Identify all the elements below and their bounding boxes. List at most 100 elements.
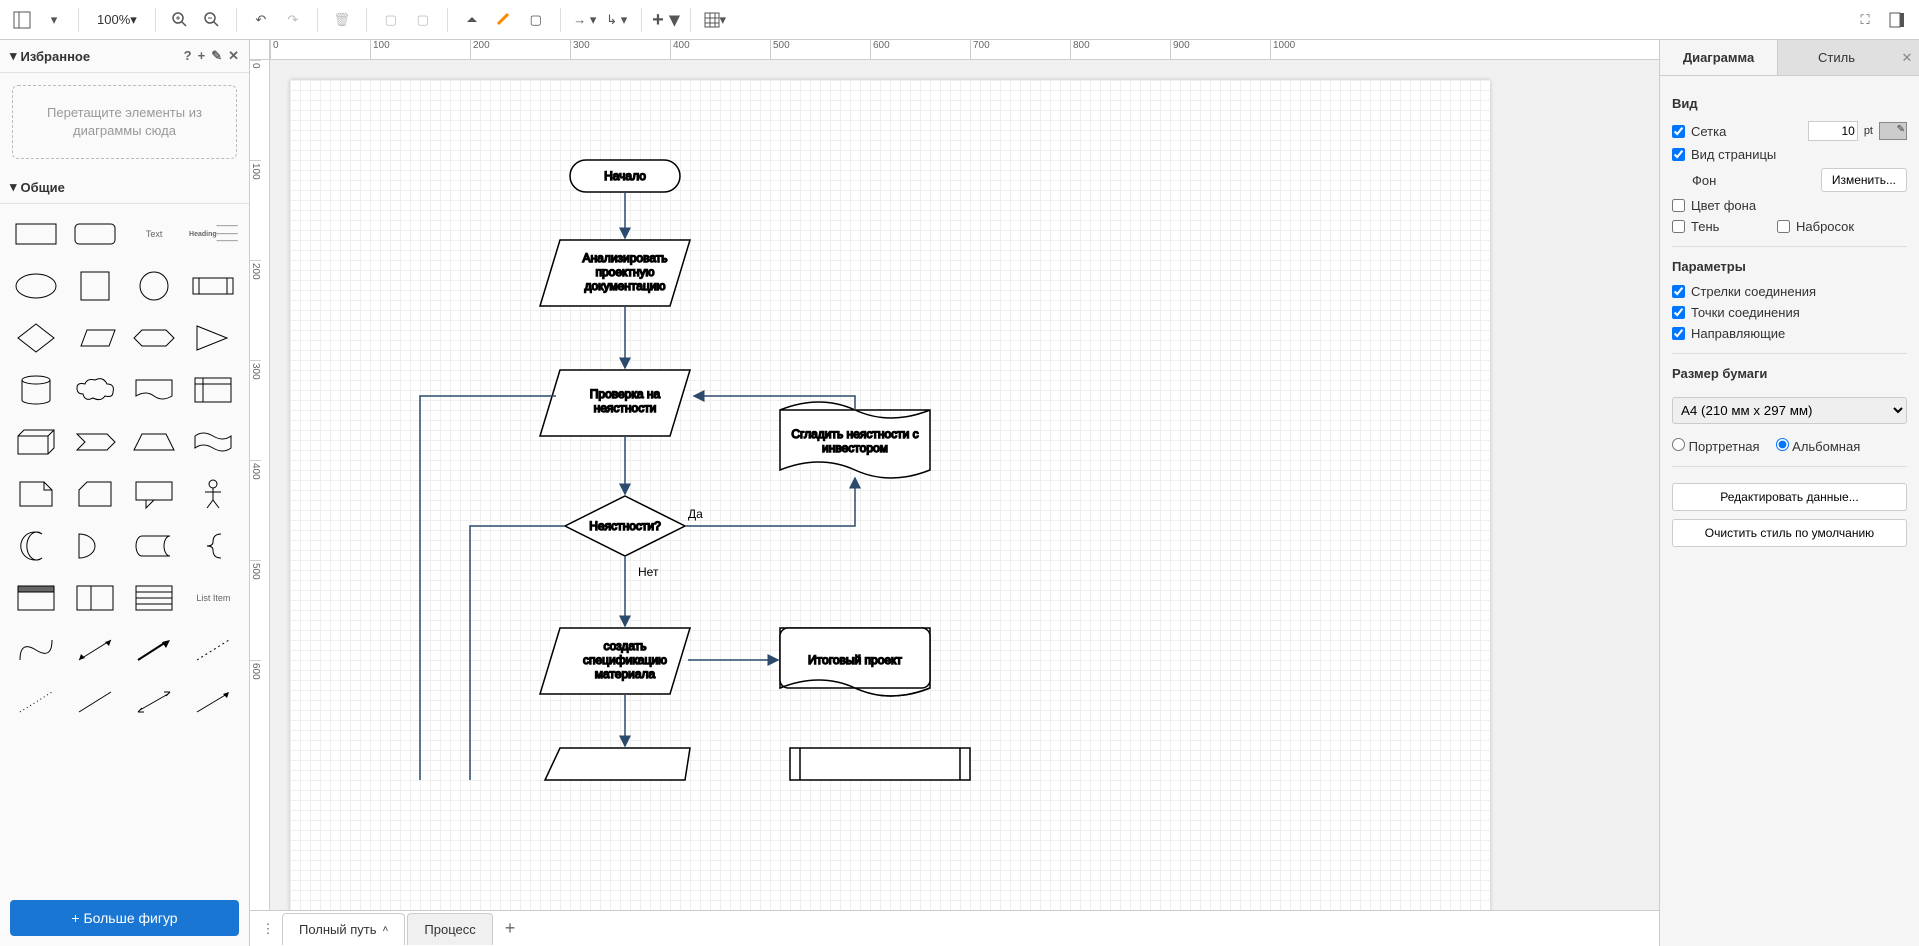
shape-step[interactable] xyxy=(69,422,120,462)
to-back-button[interactable]: ▢ xyxy=(409,6,437,34)
edit-favorites-icon[interactable]: ✎ xyxy=(211,48,222,64)
shape-parallelogram[interactable] xyxy=(69,318,120,358)
waypoint-button[interactable]: ↳ ▾ xyxy=(603,6,631,34)
shape-dotted-line[interactable] xyxy=(10,682,61,722)
shape-list-item[interactable]: List Item xyxy=(188,578,239,618)
node-analyze[interactable]: Анализироватьпроектнуюдокументацию xyxy=(540,240,690,306)
undo-button[interactable]: ↶ xyxy=(247,6,275,34)
shape-triangle[interactable] xyxy=(188,318,239,358)
node-spec[interactable]: создатьспецификациюматериала xyxy=(540,628,690,694)
grid-color-swatch[interactable]: ✎ xyxy=(1879,122,1907,140)
dropdown-icon[interactable]: ▾ xyxy=(40,6,68,34)
help-icon[interactable]: ? xyxy=(184,48,192,64)
pages-menu-button[interactable]: ⋮ xyxy=(254,921,282,937)
guides-checkbox[interactable] xyxy=(1672,327,1685,340)
redo-button[interactable]: ↷ xyxy=(279,6,307,34)
change-bg-button[interactable]: Изменить... xyxy=(1821,168,1907,192)
shape-curve[interactable] xyxy=(10,630,61,670)
sketch-checkbox[interactable] xyxy=(1777,220,1790,233)
shadow-button[interactable]: ▢ xyxy=(522,6,550,34)
shape-curly-brace[interactable] xyxy=(188,526,239,566)
to-front-button[interactable]: ▢ xyxy=(377,6,405,34)
shape-process[interactable] xyxy=(188,266,239,306)
landscape-radio[interactable] xyxy=(1776,438,1789,451)
page-view-checkbox[interactable] xyxy=(1672,148,1685,161)
shape-data-storage[interactable] xyxy=(129,526,180,566)
shape-bidir-arrow[interactable] xyxy=(69,630,120,670)
landscape-radio-label[interactable]: Альбомная xyxy=(1776,438,1861,454)
canvas-area[interactable]: 01002003004005006007008009001000 0100200… xyxy=(250,40,1659,910)
shape-dir-arrow[interactable] xyxy=(188,682,239,722)
edge-loop-left-2[interactable] xyxy=(420,396,556,780)
diagram-page[interactable]: Начало Анализироватьпроектнуюдокументаци… xyxy=(290,80,1490,910)
view-mode-button[interactable] xyxy=(8,6,36,34)
shape-container2[interactable] xyxy=(69,578,120,618)
clear-style-button[interactable]: Очистить стиль по умолчанию xyxy=(1672,519,1907,547)
node-partial-2[interactable] xyxy=(790,748,970,780)
more-shapes-button[interactable]: + Больше фигур xyxy=(10,900,239,936)
shape-tape[interactable] xyxy=(188,422,239,462)
favorites-dropzone[interactable]: Перетащите элементы из диаграммы сюда xyxy=(12,85,237,159)
node-partial-1[interactable] xyxy=(545,748,690,780)
portrait-radio-label[interactable]: Портретная xyxy=(1672,438,1760,454)
common-header[interactable]: ▾ Общие xyxy=(0,171,249,204)
shape-cloud[interactable] xyxy=(69,370,120,410)
shape-line[interactable] xyxy=(69,682,120,722)
close-format-panel[interactable]: ✕ xyxy=(1895,40,1919,76)
shape-dashed-line[interactable] xyxy=(188,630,239,670)
conn-arrows-checkbox[interactable] xyxy=(1672,285,1685,298)
connection-button[interactable]: → ▾ xyxy=(571,6,599,34)
shape-trapezoid[interactable] xyxy=(129,422,180,462)
shape-crescent[interactable] xyxy=(10,526,61,566)
shape-text[interactable]: Text xyxy=(129,214,180,254)
shape-hexagon[interactable] xyxy=(129,318,180,358)
edge-loop-left-1[interactable] xyxy=(470,526,565,780)
edit-data-button[interactable]: Редактировать данные... xyxy=(1672,483,1907,511)
zoom-in-button[interactable] xyxy=(166,6,194,34)
shape-ellipse[interactable] xyxy=(10,266,61,306)
conn-points-checkbox[interactable] xyxy=(1672,306,1685,319)
paper-size-select[interactable]: A4 (210 мм x 297 мм) xyxy=(1672,397,1907,424)
stroke-button[interactable] xyxy=(490,6,518,34)
shape-cube[interactable] xyxy=(10,422,61,462)
portrait-radio[interactable] xyxy=(1672,438,1685,451)
fullscreen-button[interactable]: ⛶ xyxy=(1851,6,1879,34)
shape-internal-storage[interactable] xyxy=(188,370,239,410)
shape-container[interactable] xyxy=(10,578,61,618)
shape-rounded-rect[interactable] xyxy=(69,214,120,254)
tab-process[interactable]: Процесс xyxy=(407,913,492,945)
shape-actor[interactable] xyxy=(188,474,239,514)
shadow-checkbox[interactable] xyxy=(1672,220,1685,233)
tab-full-path[interactable]: Полный путь ˄ xyxy=(282,913,405,945)
shape-bidir-thin[interactable] xyxy=(129,682,180,722)
grid-size-input[interactable] xyxy=(1808,121,1858,141)
node-check[interactable]: Проверка нанеястности xyxy=(540,370,690,436)
tab-diagram[interactable]: Диаграмма xyxy=(1660,40,1777,76)
add-favorite-icon[interactable]: + xyxy=(198,48,206,64)
shape-document[interactable] xyxy=(129,370,180,410)
node-final[interactable]: Итоговый проект xyxy=(780,628,930,696)
shape-rectangle[interactable] xyxy=(10,214,61,254)
add-page-button[interactable]: + xyxy=(495,912,526,945)
zoom-out-button[interactable] xyxy=(198,6,226,34)
node-decision[interactable]: Неястности? xyxy=(565,496,685,556)
shape-diamond[interactable] xyxy=(10,318,61,358)
node-smooth[interactable]: Сгладить неястности синвестором xyxy=(780,402,930,478)
shape-arrow[interactable] xyxy=(129,630,180,670)
shape-callout[interactable] xyxy=(129,474,180,514)
zoom-dropdown[interactable]: 100% ▾ xyxy=(89,12,145,28)
shape-circle[interactable] xyxy=(129,266,180,306)
shape-heading[interactable]: Heading━━━━━━━━━━━━━━━ xyxy=(188,214,239,254)
shape-or[interactable] xyxy=(69,526,120,566)
shape-list[interactable] xyxy=(129,578,180,618)
shape-note[interactable] xyxy=(10,474,61,514)
close-favorites-icon[interactable]: ✕ xyxy=(228,48,239,64)
format-panel-button[interactable] xyxy=(1883,6,1911,34)
table-button[interactable]: ▾ xyxy=(701,6,729,34)
grid-checkbox[interactable] xyxy=(1672,125,1685,138)
edge-decision-smooth[interactable] xyxy=(685,478,855,526)
fill-button[interactable] xyxy=(458,6,486,34)
node-start[interactable]: Начало xyxy=(570,160,680,192)
shape-card[interactable] xyxy=(69,474,120,514)
delete-button[interactable]: 🗑 xyxy=(328,6,356,34)
